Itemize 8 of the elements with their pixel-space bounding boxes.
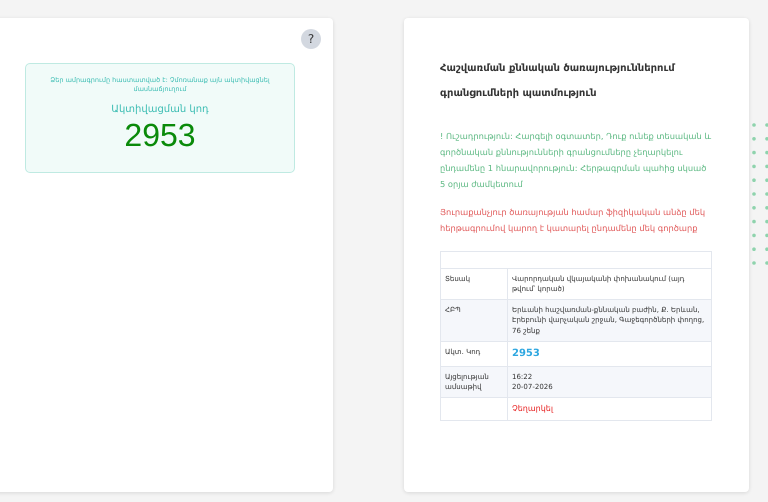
code-label: Ակտիվացման կոդ	[110, 104, 210, 116]
notice-text: ! Ուշադրություն: Հարգելի օգտատեր, Դուք ունեք տեսական և գործնական քննությունների գրանցումները չեղարկելու ընդամենը 1 հնարավորություն: Հերթագրման պահից սկսած 5 օրյա ժամկետում	[440, 130, 712, 191]
table-cell: 2953	[512, 348, 540, 359]
history-title: Հաշվառման քննական ծառայություններում գրանցումների պատմություն	[440, 62, 676, 101]
warning-text: Յուրաքանչյուր ծառայության համար ֆիզիկական անձը մեկ հերթագրումով կարող է կատարել ընդամենը մեկ գործարք	[440, 206, 706, 235]
activation-code: 2953	[123, 117, 197, 154]
cancel-link[interactable]: Չեղարկել	[512, 404, 554, 414]
help-button[interactable]: ?	[301, 29, 321, 49]
